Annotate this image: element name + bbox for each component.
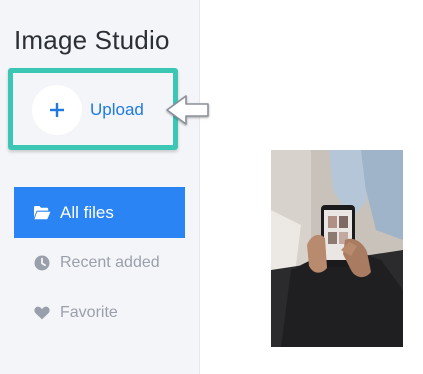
- app-title: Image Studio: [14, 25, 170, 55]
- sidebar-item-all-files[interactable]: All files: [14, 187, 185, 238]
- sidebar-item-label: Favorite: [60, 304, 118, 321]
- sidebar: Image Studio Upload All files Recent add…: [0, 0, 200, 374]
- sidebar-item-label: Recent added: [60, 254, 160, 271]
- plus-icon: [32, 85, 82, 135]
- clock-icon: [33, 254, 51, 272]
- page: Image Studio Upload All files Recent add…: [0, 0, 423, 374]
- upload-button[interactable]: Upload: [32, 85, 162, 135]
- image-thumbnail[interactable]: [271, 150, 403, 347]
- heart-icon: [33, 304, 51, 322]
- folder-open-icon: [33, 204, 51, 222]
- sidebar-item-favorite[interactable]: Favorite: [14, 288, 185, 338]
- sidebar-item-label: All files: [60, 202, 114, 222]
- pointer-arrow-icon: [164, 92, 212, 128]
- upload-label: Upload: [90, 100, 144, 119]
- sidebar-nav: All files Recent added Favorite: [14, 187, 185, 338]
- sidebar-item-recent-added[interactable]: Recent added: [14, 238, 185, 288]
